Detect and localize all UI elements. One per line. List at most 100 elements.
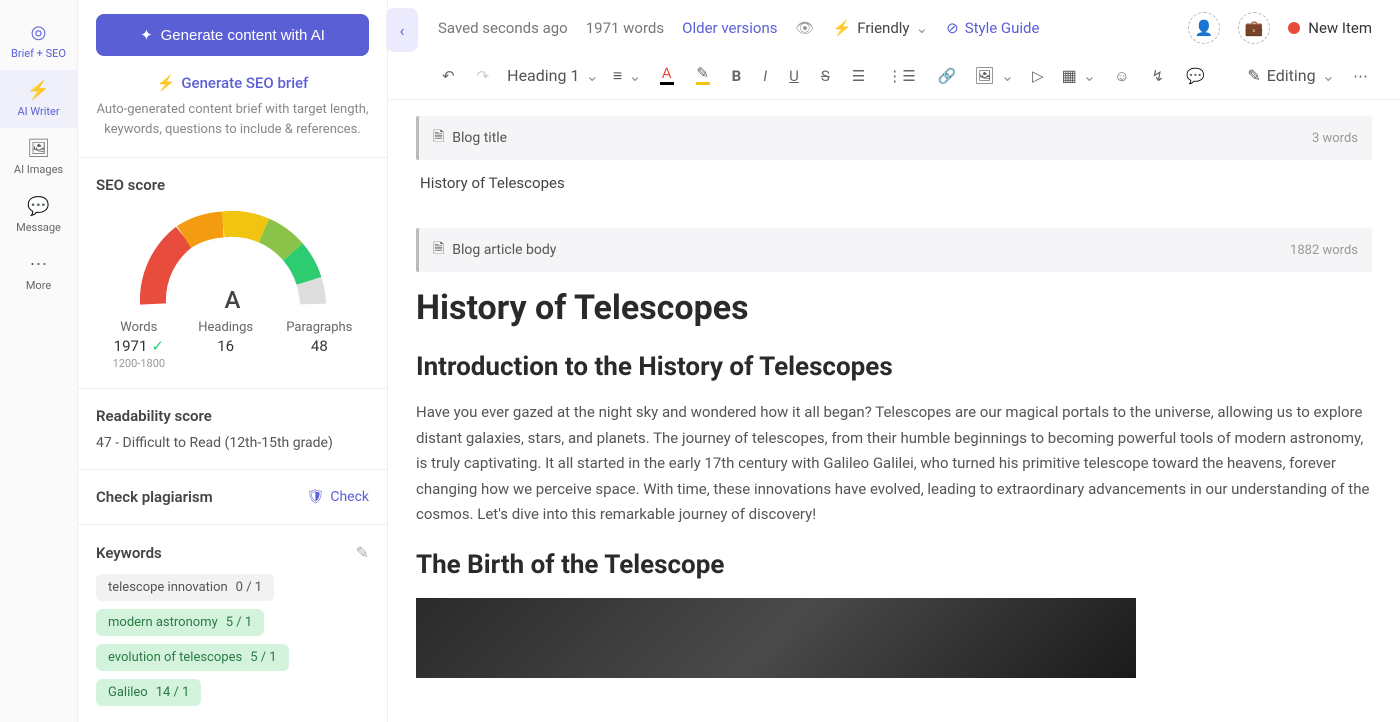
article-h2-intro[interactable]: Introduction to the History of Telescope…	[416, 352, 1372, 382]
nav-ai-writer[interactable]: ⚡ AI Writer	[0, 70, 77, 128]
title-word-count: 3 words	[1312, 131, 1358, 146]
chevron-down-icon: ⌄	[1001, 66, 1014, 85]
readability-title: Readability score	[96, 407, 369, 425]
shield-icon: 🛡	[307, 489, 325, 505]
nav-ai-images[interactable]: 🖼 AI Images	[0, 128, 77, 186]
image-icon: 🖼	[27, 138, 50, 159]
stat-paragraphs: Paragraphs 48	[286, 320, 352, 370]
check-circle-icon: ⊘	[946, 19, 959, 37]
keyword-chip[interactable]: telescope innovation 0 / 1	[96, 574, 274, 601]
tone-selector[interactable]: ⚡ Friendly ⌄	[833, 19, 929, 37]
keyword-list: telescope innovation 0 / 1 modern astron…	[96, 574, 369, 706]
chevron-down-icon: ⌄	[628, 66, 641, 85]
nav-label: AI Images	[14, 163, 63, 176]
bold-button[interactable]: B	[728, 65, 746, 87]
undo-button[interactable]: ↶	[438, 65, 459, 87]
article-h1[interactable]: History of Telescopes	[416, 288, 1372, 328]
editing-mode-selector[interactable]: ✎ Editing ⌄	[1247, 66, 1335, 85]
gauge-grade: A	[225, 286, 241, 314]
user-plus-icon: 👤	[1195, 19, 1214, 37]
new-item-status[interactable]: New Item	[1288, 19, 1372, 37]
keyword-chip[interactable]: evolution of telescopes 5 / 1	[96, 644, 289, 671]
table-button[interactable]: ▦⌄	[1062, 66, 1097, 85]
topbar: Saved seconds ago 1971 words Older versi…	[388, 0, 1400, 56]
sparkle-icon: ✦	[140, 26, 153, 44]
eye-icon[interactable]: 👁	[796, 19, 815, 37]
bolt-icon: ⚡	[833, 19, 852, 37]
seo-brief-description: Auto-generated content brief with target…	[96, 100, 369, 139]
article-image[interactable]	[416, 598, 1136, 678]
crosshair-icon: ◎	[31, 22, 47, 43]
style-guide-link[interactable]: ⊘ Style Guide	[946, 19, 1039, 37]
seo-brief-label: Generate SEO brief	[181, 74, 308, 92]
strikethrough-button[interactable]: S	[817, 65, 834, 87]
more-toolbar-button[interactable]: ⋯	[1349, 65, 1372, 87]
blog-title-field-header: 🗎 Blog title 3 words	[416, 116, 1372, 160]
nav-label: AI Writer	[17, 105, 59, 118]
editor-content[interactable]: 🗎 Blog title 3 words History of Telescop…	[388, 100, 1400, 722]
align-left-icon: ≡	[613, 66, 622, 86]
image-insert-button[interactable]: 🖼⌄	[974, 66, 1014, 85]
article-paragraph[interactable]: Have you ever gazed at the night sky and…	[416, 400, 1372, 528]
readability-text: 47 - Difficult to Read (12th-15th grade)	[96, 435, 369, 451]
word-count: 1971 words	[586, 19, 664, 37]
edit-keywords-button[interactable]: ✎	[356, 543, 369, 562]
generate-content-label: Generate content with AI	[161, 27, 325, 44]
nav-brief-seo[interactable]: ◎ Brief + SEO	[0, 12, 77, 70]
stat-headings: Headings 16	[198, 320, 253, 370]
chevron-down-icon: ⌄	[916, 19, 929, 37]
seo-gauge: A Words 1971✓ 1200-1800 Headings 16 Para…	[96, 204, 369, 370]
bullet-list-button[interactable]: ☰	[848, 65, 869, 87]
nav-label: More	[26, 279, 51, 292]
generate-seo-brief-link[interactable]: ⚡ Generate SEO brief	[96, 74, 369, 92]
video-button[interactable]: ▷	[1028, 65, 1048, 87]
document-icon: 🗎	[433, 126, 444, 150]
blog-body-field-header: 🗎 Blog article body 1882 words	[416, 228, 1372, 272]
more-icon: ⋯	[30, 254, 48, 275]
saved-status: Saved seconds ago	[438, 19, 568, 37]
align-selector[interactable]: ≡ ⌄	[613, 66, 642, 86]
highlight-button[interactable]: ✎	[692, 64, 714, 87]
chevron-down-icon: ⌄	[585, 66, 598, 85]
numbered-list-button[interactable]: ⋮☰	[883, 65, 919, 87]
keywords-title: Keywords	[96, 544, 162, 562]
comment-button[interactable]: 💬	[1182, 65, 1209, 87]
chevron-down-icon: ⌄	[1083, 66, 1096, 85]
nav-label: Message	[16, 221, 61, 234]
emoji-button[interactable]: ☺	[1110, 65, 1133, 87]
seo-score-title: SEO score	[96, 176, 369, 194]
nav-more[interactable]: ⋯ More	[0, 244, 77, 302]
stat-words: Words 1971✓ 1200-1800	[113, 320, 166, 370]
clear-format-button[interactable]: ↯	[1148, 65, 1169, 87]
message-icon: 💬	[27, 196, 49, 217]
briefcase-button[interactable]: 💼	[1238, 12, 1270, 44]
add-user-button[interactable]: 👤	[1188, 12, 1220, 44]
underline-button[interactable]: U	[785, 65, 803, 87]
plagiarism-title: Check plagiarism	[96, 488, 213, 506]
image-icon: 🖼	[974, 66, 994, 85]
chevron-left-icon: ‹	[400, 21, 405, 40]
heading-selector[interactable]: Heading 1 ⌄	[507, 66, 599, 85]
keyword-chip[interactable]: modern astronomy 5 / 1	[96, 609, 264, 636]
keyword-chip[interactable]: Galileo 14 / 1	[96, 679, 201, 706]
table-icon: ▦	[1062, 66, 1077, 85]
pencil-icon: ✎	[1247, 66, 1260, 85]
check-plagiarism-button[interactable]: 🛡 Check	[307, 489, 369, 505]
redo-button[interactable]: ↷	[473, 65, 494, 87]
main-editor: ‹ Saved seconds ago 1971 words Older ver…	[388, 0, 1400, 722]
check-icon: ✓	[151, 337, 164, 355]
article-h2-birth[interactable]: The Birth of the Telescope	[416, 550, 1372, 580]
nav-message[interactable]: 💬 Message	[0, 186, 77, 244]
status-dot-icon	[1288, 22, 1300, 34]
generate-content-button[interactable]: ✦ Generate content with AI	[96, 14, 369, 56]
collapse-sidebar-button[interactable]: ‹	[386, 8, 418, 52]
blog-title-text[interactable]: History of Telescopes	[416, 174, 1372, 192]
document-icon: 🗎	[433, 238, 444, 262]
older-versions-link[interactable]: Older versions	[682, 19, 777, 37]
nav-label: Brief + SEO	[11, 47, 66, 60]
body-word-count: 1882 words	[1290, 243, 1358, 258]
italic-button[interactable]: I	[759, 65, 771, 87]
briefcase-icon: 💼	[1245, 19, 1264, 37]
font-color-button[interactable]: A	[656, 64, 678, 87]
link-button[interactable]: 🔗	[934, 65, 961, 87]
